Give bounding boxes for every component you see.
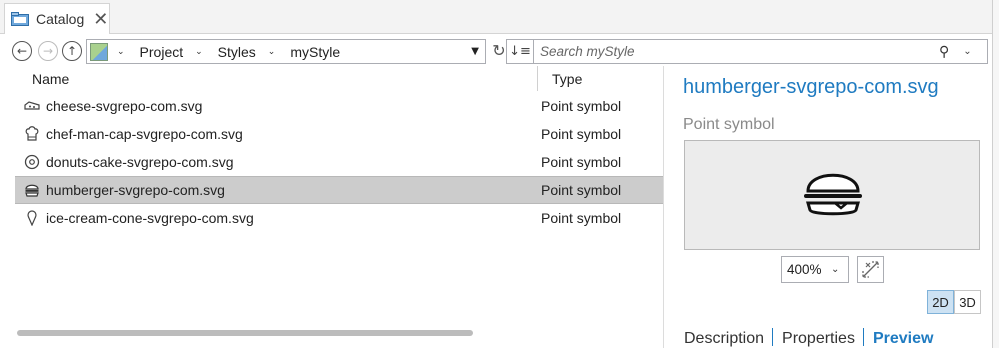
chevron-down-icon[interactable]: ⌄ xyxy=(195,47,203,57)
donut-icon xyxy=(24,154,40,170)
zoom-value: 400% xyxy=(787,262,822,277)
list-item-type: Point symbol xyxy=(541,182,622,198)
tab-catalog-label: Catalog xyxy=(36,11,85,27)
list-item-name: cheese-svgrepo-com.svg xyxy=(46,98,203,114)
toolbar: ← → ↑ ⌄ Project ⌄ Styles ⌄ myStyle ▼ ↻ ↓… xyxy=(10,38,992,66)
preview-type: Point symbol xyxy=(683,116,775,133)
arrow-right-icon: → xyxy=(42,44,54,58)
list-item-type: Point symbol xyxy=(541,210,622,226)
breadcrumb-mystyle[interactable]: myStyle xyxy=(290,44,340,60)
list-item-name: chef-man-cap-svgrepo-com.svg xyxy=(46,126,243,142)
pane-splitter[interactable] xyxy=(663,66,664,348)
zoom-fit-button[interactable] xyxy=(857,256,884,283)
list-item-type: Point symbol xyxy=(541,154,622,170)
close-icon[interactable]: ✕ xyxy=(93,10,108,28)
list-item-name: humberger-svgrepo-com.svg xyxy=(46,182,225,198)
breadcrumb-styles[interactable]: Styles xyxy=(218,44,256,60)
refresh-icon: ↻ xyxy=(492,41,506,60)
search-icon[interactable]: ⚲ xyxy=(939,44,949,60)
preview-title: humberger-svgrepo-com.svg xyxy=(683,76,939,98)
chef-cap-icon xyxy=(24,126,40,142)
arrow-left-icon: ← xyxy=(16,44,28,58)
ice-cream-icon xyxy=(24,210,40,226)
window-edge xyxy=(992,0,999,348)
list-item-type: Point symbol xyxy=(541,98,622,114)
list-item-selected[interactable]: humberger-svgrepo-com.svg Point symbol xyxy=(15,176,663,204)
list-item[interactable]: chef-man-cap-svgrepo-com.svg Point symbo… xyxy=(15,120,663,148)
column-header-type[interactable]: Type xyxy=(552,66,582,91)
tab-preview[interactable]: Preview xyxy=(873,330,941,348)
symbol-preview xyxy=(684,140,980,250)
column-divider[interactable] xyxy=(537,66,538,91)
tab-separator xyxy=(772,328,774,346)
zoom-extent-icon xyxy=(862,261,879,278)
search-input[interactable] xyxy=(540,44,935,59)
list-item-name: ice-cream-cone-svgrepo-com.svg xyxy=(46,210,254,226)
dropdown-arrow-icon[interactable]: ▼ xyxy=(471,46,479,57)
tab-description[interactable]: Description xyxy=(684,330,772,348)
location-path[interactable]: ⌄ Project ⌄ Styles ⌄ myStyle ▼ xyxy=(86,39,486,64)
mode-2d-button[interactable]: 2D xyxy=(927,290,954,314)
chevron-down-icon[interactable]: ⌄ xyxy=(268,47,276,57)
list-item[interactable]: cheese-svgrepo-com.svg Point symbol xyxy=(15,92,663,120)
catalog-pane: Catalog ✕ ← → ↑ ⌄ Project ⌄ Styles ⌄ myS… xyxy=(0,0,999,348)
horizontal-scrollbar[interactable] xyxy=(17,330,473,336)
chevron-down-icon: ⌄ xyxy=(831,264,840,275)
sort-button[interactable]: ↓≡ xyxy=(506,39,534,64)
burger-icon xyxy=(24,182,40,198)
breadcrumb-project[interactable]: Project xyxy=(140,44,184,60)
list-item-type: Point symbol xyxy=(541,126,622,142)
list-item[interactable]: ice-cream-cone-svgrepo-com.svg Point sym… xyxy=(15,204,663,232)
arrow-up-icon: ↑ xyxy=(66,44,78,58)
column-header-name[interactable]: Name xyxy=(32,66,69,91)
forward-button[interactable]: → xyxy=(38,41,58,61)
mode-3d-button[interactable]: 3D xyxy=(954,290,981,314)
list-item[interactable]: donuts-cake-svgrepo-com.svg Point symbol xyxy=(15,148,663,176)
tab-properties[interactable]: Properties xyxy=(782,330,863,348)
detail-tabs: Description Properties Preview xyxy=(684,318,941,348)
project-icon xyxy=(90,42,108,61)
item-list: Name Type cheese-svgrepo-com.svg Point s… xyxy=(15,66,663,348)
burger-icon xyxy=(804,173,862,216)
tab-catalog[interactable]: Catalog ✕ xyxy=(4,3,110,34)
chevron-down-icon[interactable]: ⌄ xyxy=(117,47,125,57)
list-item-name: donuts-cake-svgrepo-com.svg xyxy=(46,154,234,170)
catalog-icon xyxy=(11,12,29,26)
search-box: ⚲ ⌄ xyxy=(533,39,988,64)
chevron-down-icon[interactable]: ⌄ xyxy=(963,46,971,57)
up-button[interactable]: ↑ xyxy=(62,41,82,61)
tab-separator xyxy=(862,328,864,346)
cheese-icon xyxy=(24,98,40,114)
zoom-select[interactable]: 400% ⌄ xyxy=(781,256,849,283)
back-button[interactable]: ← xyxy=(12,41,32,61)
tab-strip: Catalog ✕ xyxy=(0,0,992,34)
sort-icon: ↓≡ xyxy=(509,44,531,59)
